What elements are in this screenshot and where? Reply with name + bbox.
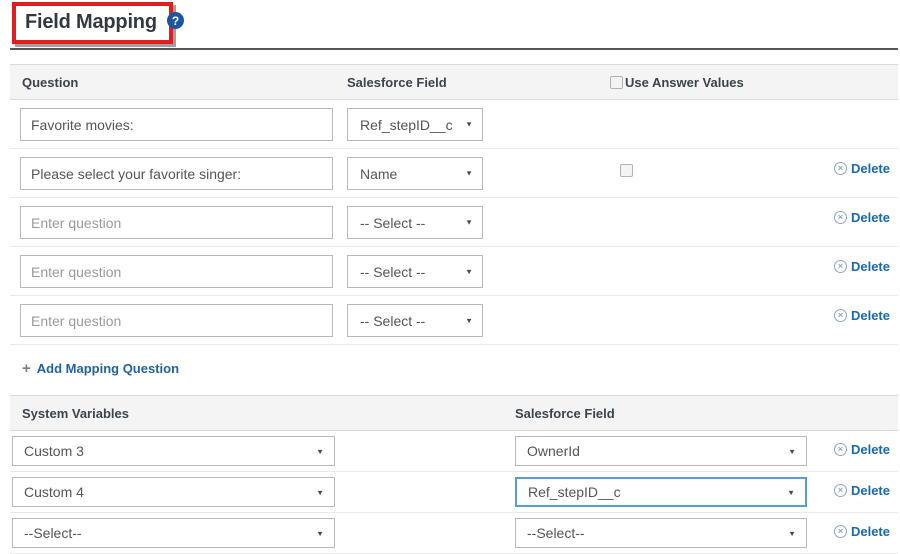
system-row: Custom 3 ▼ OwnerId ▼ × Delete [10, 431, 898, 472]
question-input[interactable] [20, 304, 333, 337]
delete-icon: × [834, 162, 847, 175]
delete-icon: × [834, 211, 847, 224]
mapping-row: -- Select -- ▼ × Delete [10, 198, 898, 247]
plus-icon: + [22, 361, 31, 376]
header-use-answer-values: Use Answer Values [500, 75, 816, 90]
chevron-down-icon: ▼ [465, 218, 473, 226]
salesforce-field-select[interactable]: -- Select -- ▼ [347, 304, 483, 337]
add-row: + Add Mapping Question [10, 345, 898, 395]
delete-row-link[interactable]: × Delete [834, 483, 890, 498]
mapping-row: Name ▼ × Delete [10, 149, 898, 198]
header-system-variables: System Variables [10, 406, 515, 421]
chevron-down-icon: ▼ [316, 488, 324, 496]
delete-icon: × [834, 260, 847, 273]
title-divider [10, 48, 898, 50]
title-band: Field Mapping ? [10, 0, 898, 50]
delete-row-link[interactable]: × Delete [834, 308, 890, 323]
system-variable-select[interactable]: --Select-- ▼ [12, 518, 335, 548]
header-salesforce-field: Salesforce Field [515, 406, 816, 421]
salesforce-field-select[interactable]: -- Select -- ▼ [347, 206, 483, 239]
use-answer-values-label: Use Answer Values [625, 75, 744, 90]
delete-row-link[interactable]: × Delete [834, 210, 890, 225]
delete-icon: × [834, 443, 847, 456]
mapping-row: -- Select -- ▼ × Delete [10, 247, 898, 296]
question-input[interactable] [20, 255, 333, 288]
mapping-row: Ref_stepID__c ▼ [10, 100, 898, 149]
mapping-row: -- Select -- ▼ × Delete [10, 296, 898, 345]
chevron-down-icon: ▼ [465, 169, 473, 177]
salesforce-field-select[interactable]: Name ▼ [347, 157, 483, 190]
delete-row-link[interactable]: × Delete [834, 161, 890, 176]
header-salesforce-field: Salesforce Field [347, 75, 500, 90]
question-input[interactable] [20, 206, 333, 239]
salesforce-field-select[interactable]: --Select-- ▼ [515, 518, 807, 548]
chevron-down-icon: ▼ [788, 447, 796, 455]
chevron-down-icon: ▼ [787, 488, 795, 496]
page-title: Field Mapping [25, 11, 157, 33]
chevron-down-icon: ▼ [465, 267, 473, 275]
question-table-header: Question Salesforce Field Use Answer Val… [10, 64, 898, 100]
delete-icon: × [834, 525, 847, 538]
chevron-down-icon: ▼ [316, 447, 324, 455]
question-input[interactable] [20, 108, 333, 141]
salesforce-field-select-focused[interactable]: Ref_stepID__c ▼ [515, 477, 807, 507]
field-mapping-page: Field Mapping ? Question Salesforce Fiel… [0, 0, 900, 554]
salesforce-field-select[interactable]: Ref_stepID__c ▼ [347, 108, 483, 141]
question-mapping-table: Question Salesforce Field Use Answer Val… [10, 64, 898, 345]
delete-row-link[interactable]: × Delete [834, 524, 890, 539]
delete-icon: × [834, 484, 847, 497]
system-variables-table: System Variables Salesforce Field Custom… [10, 395, 898, 554]
use-answer-values-row-checkbox[interactable] [620, 164, 633, 177]
salesforce-field-select[interactable]: OwnerId ▼ [515, 436, 807, 466]
add-mapping-question-link[interactable]: + Add Mapping Question [22, 361, 179, 376]
system-variable-select[interactable]: Custom 3 ▼ [12, 436, 335, 466]
delete-row-link[interactable]: × Delete [834, 259, 890, 274]
system-variable-select[interactable]: Custom 4 ▼ [12, 477, 335, 507]
chevron-down-icon: ▼ [465, 316, 473, 324]
delete-row-link[interactable]: × Delete [834, 442, 890, 457]
salesforce-field-select[interactable]: -- Select -- ▼ [347, 255, 483, 288]
system-row: Custom 4 ▼ Ref_stepID__c ▼ × Delete [10, 472, 898, 513]
header-question: Question [10, 75, 347, 90]
chevron-down-icon: ▼ [788, 529, 796, 537]
system-table-header: System Variables Salesforce Field [10, 395, 898, 431]
annotation-red-box: Field Mapping [12, 2, 173, 44]
chevron-down-icon: ▼ [465, 120, 473, 128]
chevron-down-icon: ▼ [316, 529, 324, 537]
use-answer-values-checkbox[interactable] [610, 76, 623, 89]
question-input[interactable] [20, 157, 333, 190]
delete-icon: × [834, 309, 847, 322]
help-icon[interactable]: ? [167, 12, 184, 29]
